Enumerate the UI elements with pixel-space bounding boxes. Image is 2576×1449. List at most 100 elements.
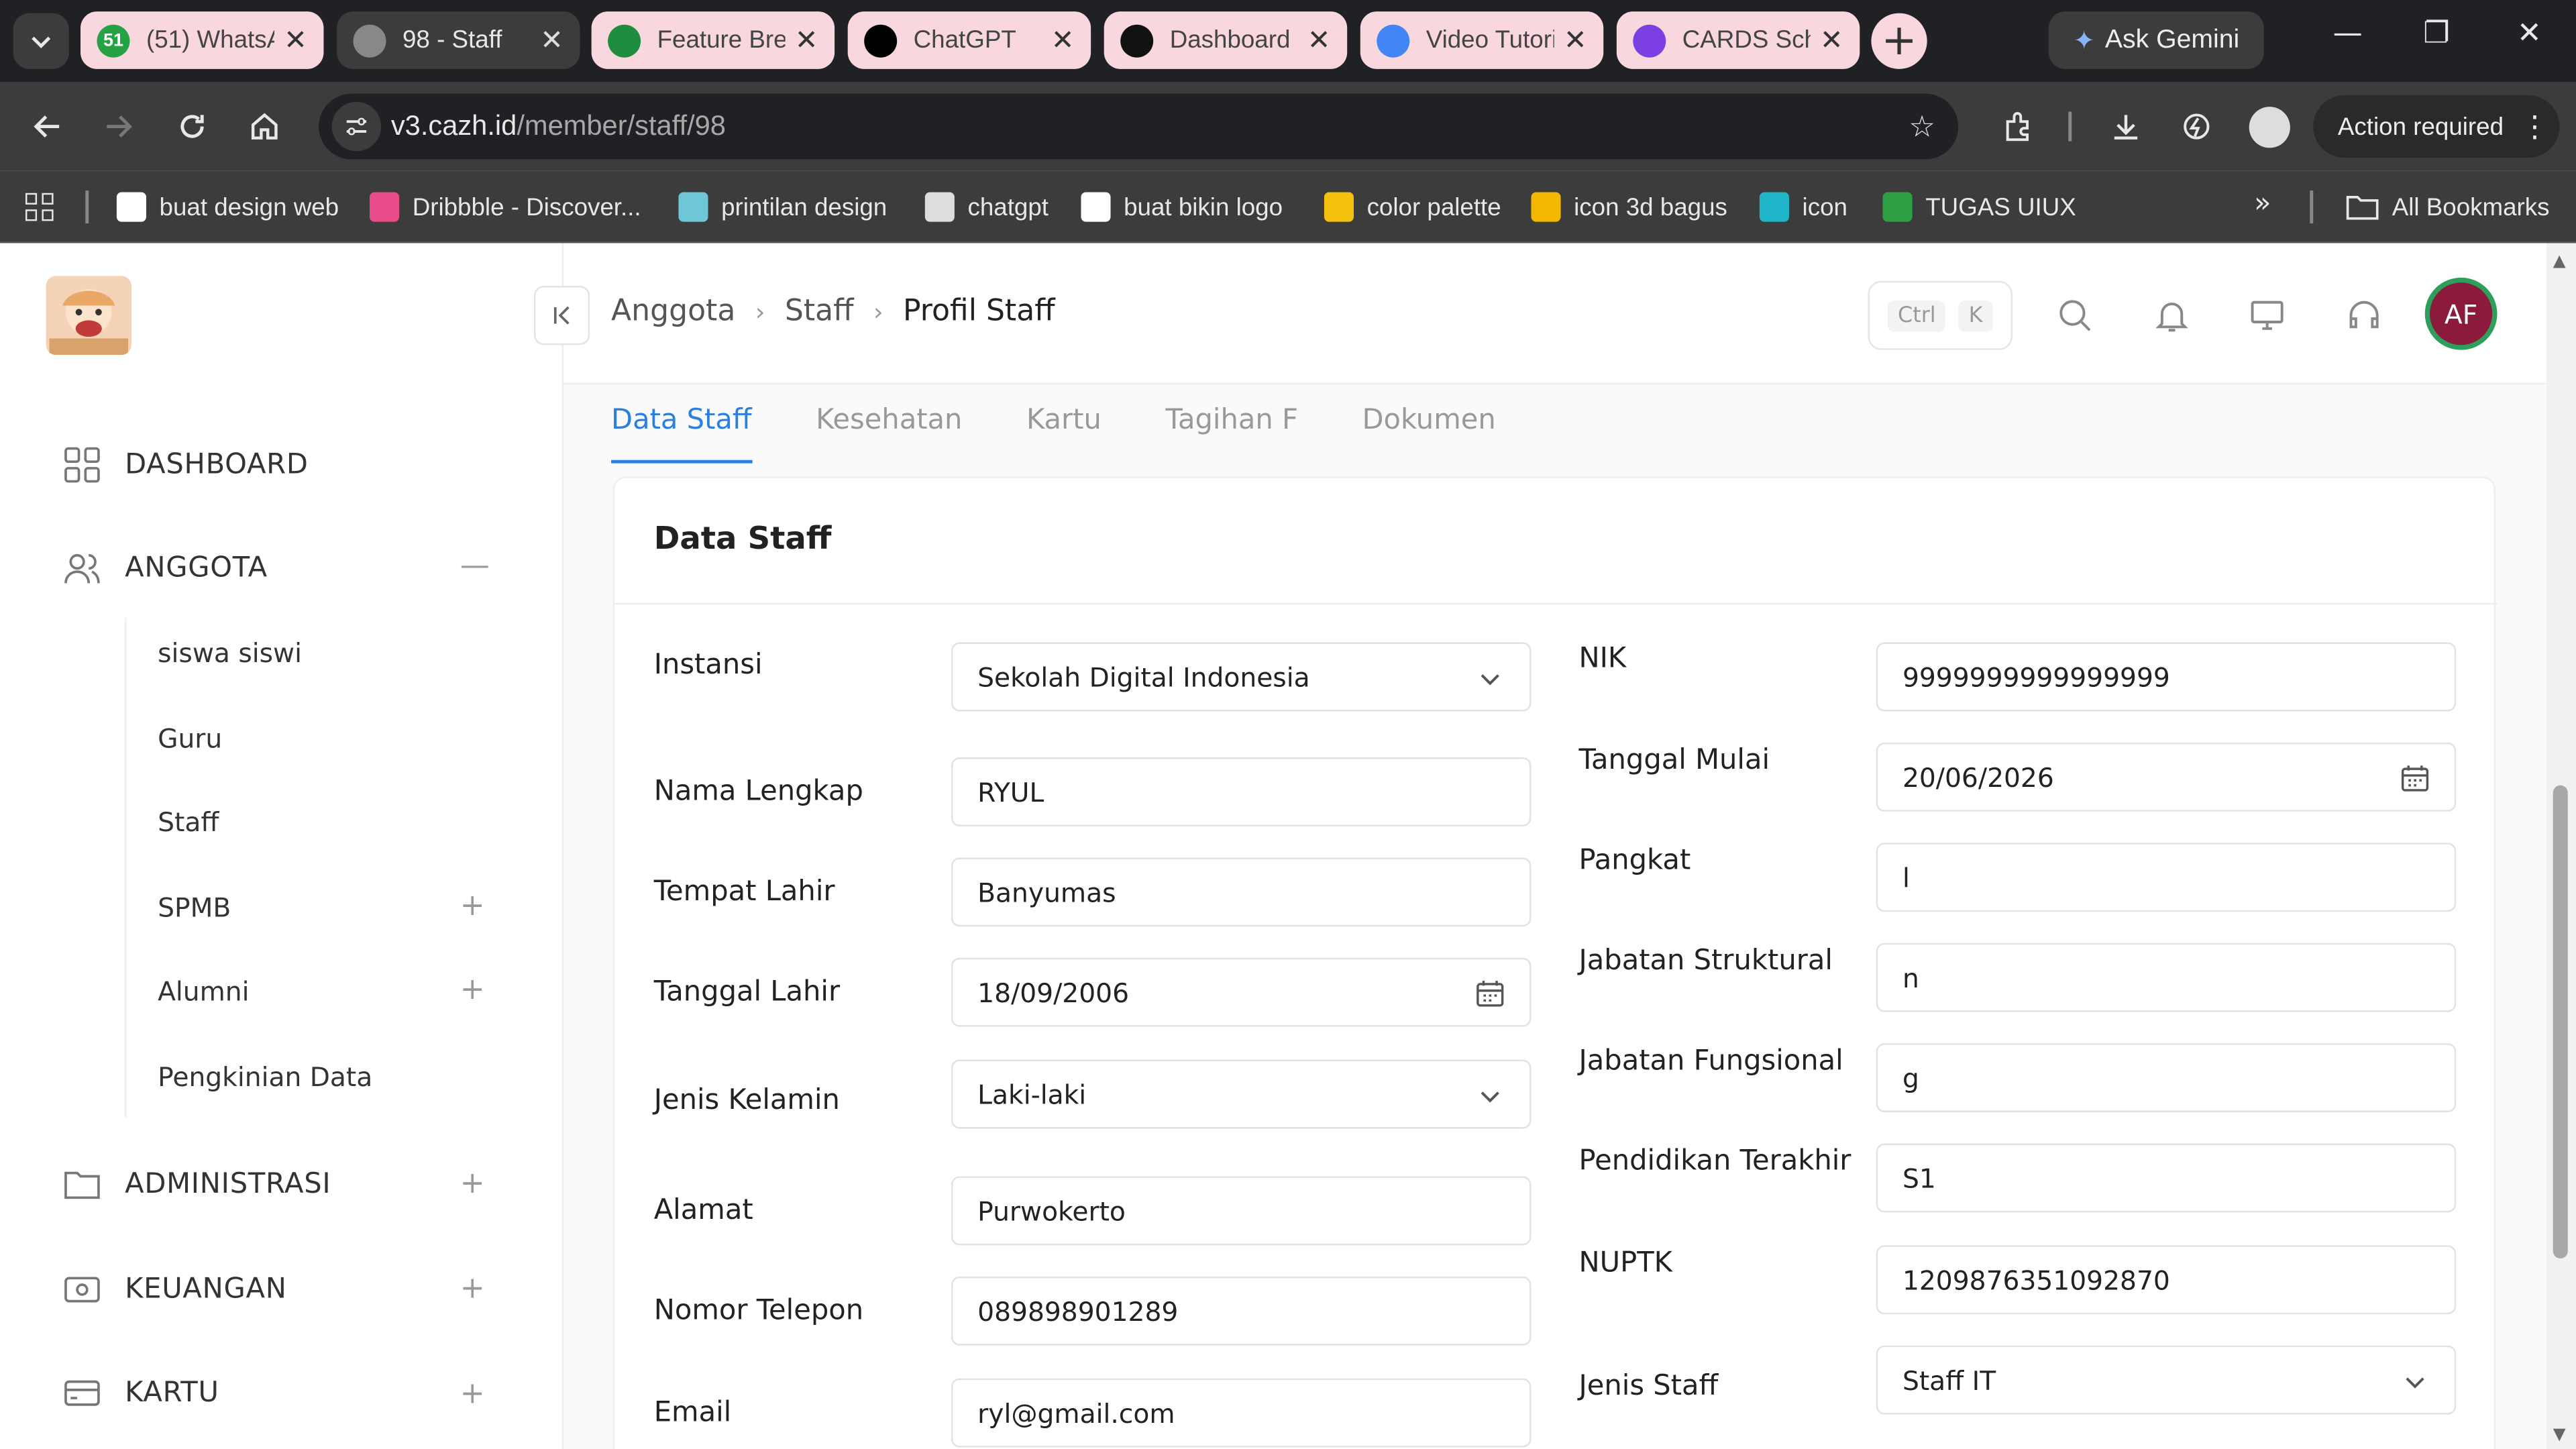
page-scrollbar[interactable]: ▲ ▼	[2546, 243, 2576, 1449]
all-bookmarks[interactable]: All Bookmarks	[2346, 187, 2550, 227]
ask-gemini-button[interactable]: ✦ Ask Gemini	[2048, 11, 2264, 69]
nav-alumni[interactable]: Alumni	[158, 976, 249, 1008]
expand-plus-icon[interactable]: +	[460, 1272, 485, 1306]
text-field[interactable]: 089898901289	[951, 1276, 1532, 1346]
tab-tagihan[interactable]: Tagihan F	[1165, 404, 1298, 463]
restore-icon[interactable]: ❐	[2423, 16, 2450, 50]
text-field[interactable]: RYUL	[951, 757, 1532, 826]
bookmark-item[interactable]: Dribbble - Discover...	[370, 187, 641, 227]
bookmark-item[interactable]: icon 3d bagus	[1531, 187, 1727, 227]
bookmark-item[interactable]: buat design web	[116, 187, 339, 227]
command-search-shortcut[interactable]: Ctrl K	[1868, 280, 2013, 350]
browser-tab[interactable]: ChatGPT ✕	[847, 11, 1091, 69]
bookmark-item[interactable]: buat bikin logo	[1081, 187, 1283, 227]
profile-avatar-icon[interactable]	[2249, 107, 2290, 148]
bookmark-star-icon[interactable]: ☆	[1909, 110, 1935, 144]
select-field[interactable]: Staff IT	[1876, 1345, 2457, 1415]
chevron-down-icon[interactable]	[1474, 662, 1507, 695]
collapse-minus-icon[interactable]: —	[460, 549, 490, 583]
nav-keuangan[interactable]: KEUANGAN	[62, 1265, 287, 1314]
text-field[interactable]: Banyumas	[951, 857, 1532, 927]
expand-plus-icon[interactable]: +	[460, 889, 485, 923]
chevron-double-right-icon[interactable]: »	[2254, 187, 2271, 220]
browser-tab[interactable]: Dashboard ✕	[1104, 11, 1348, 69]
monitor-icon[interactable]	[2247, 296, 2287, 335]
bookmark-item[interactable]: chatgpt	[924, 187, 1049, 227]
address-bar[interactable]: v3.cazh.id/member/staff/98 ☆	[319, 93, 1959, 160]
nav-staff[interactable]: Staff	[158, 806, 219, 838]
tab-close-icon[interactable]: ✕	[1051, 24, 1075, 57]
scrollbar-thumb[interactable]	[2553, 785, 2568, 1258]
nav-siswa-siswi[interactable]: siswa siswi	[158, 637, 302, 669]
extensions-icon[interactable]	[1993, 102, 2042, 151]
search-icon[interactable]	[2055, 296, 2095, 335]
text-field[interactable]: l	[1876, 843, 2457, 912]
performance-icon[interactable]	[2172, 102, 2221, 151]
nav-administrasi[interactable]: ADMINISTRASI	[62, 1160, 331, 1209]
nav-kartu[interactable]: KARTU	[62, 1368, 219, 1417]
bookmark-item[interactable]: printilan design	[678, 187, 887, 227]
expand-plus-icon[interactable]: +	[460, 1377, 485, 1411]
new-tab-button[interactable]: +	[1871, 13, 1927, 69]
expand-plus-icon[interactable]: +	[460, 1167, 485, 1201]
text-field[interactable]: Purwokerto	[951, 1176, 1532, 1246]
calendar-icon[interactable]	[2399, 762, 2432, 795]
action-required-button[interactable]: Action required ⋮	[2313, 95, 2560, 158]
text-field[interactable]: 1209876351092870	[1876, 1245, 2457, 1315]
nav-pengkinian-data[interactable]: Pengkinian Data	[158, 1061, 372, 1093]
user-avatar[interactable]: AF	[2424, 277, 2498, 350]
nav-spmb[interactable]: SPMB	[158, 892, 231, 924]
tab-data-staff[interactable]: Data Staff	[611, 404, 752, 464]
text-field[interactable]: g	[1876, 1043, 2457, 1112]
chevron-down-icon[interactable]	[1474, 1079, 1507, 1112]
tab-close-icon[interactable]: ✕	[1307, 24, 1331, 57]
date-field[interactable]: 20/06/2026	[1876, 742, 2457, 812]
text-field[interactable]: ryl@gmail.com	[951, 1378, 1532, 1448]
chevron-down-icon[interactable]	[2399, 1365, 2432, 1398]
minimize-icon[interactable]: —	[2333, 16, 2363, 50]
home-icon[interactable]	[240, 102, 289, 151]
forward-icon[interactable]	[94, 102, 143, 151]
reload-icon[interactable]	[168, 102, 217, 151]
site-info-icon[interactable]	[331, 101, 382, 152]
back-icon[interactable]	[23, 102, 72, 151]
nav-anggota[interactable]: ANGGOTA	[62, 544, 268, 593]
school-logo[interactable]	[46, 276, 131, 355]
expand-plus-icon[interactable]: +	[460, 973, 485, 1007]
tab-dokumen[interactable]: Dokumen	[1362, 404, 1495, 463]
close-window-icon[interactable]: ✕	[2517, 16, 2542, 50]
tab-kesehatan[interactable]: Kesehatan	[816, 404, 962, 463]
tab-close-icon[interactable]: ✕	[540, 24, 564, 57]
headset-icon[interactable]	[2345, 296, 2384, 335]
browser-tab[interactable]: CARDS School ✕	[1616, 11, 1860, 69]
breadcrumb-staff[interactable]: Staff	[785, 294, 854, 328]
browser-tab[interactable]: Feature Breakdown ✕	[591, 11, 835, 69]
browser-tab[interactable]: 98 - Staff ✕	[337, 11, 580, 69]
scroll-up-arrow-icon[interactable]: ▲	[2553, 253, 2569, 271]
browser-tab[interactable]: Video Tutorial ✕	[1360, 11, 1604, 69]
select-field[interactable]: Laki-laki	[951, 1059, 1532, 1129]
nav-dashboard[interactable]: DASHBOARD	[62, 440, 309, 489]
apps-grid-icon[interactable]	[23, 191, 56, 230]
download-icon[interactable]	[2101, 102, 2150, 151]
text-field[interactable]: n	[1876, 943, 2457, 1012]
breadcrumb-anggota[interactable]: Anggota	[611, 294, 735, 328]
tab-kartu[interactable]: Kartu	[1026, 404, 1102, 463]
nav-guru[interactable]: Guru	[158, 723, 222, 755]
bell-icon[interactable]	[2152, 296, 2192, 335]
bookmark-item[interactable]: TUGAS UIUX	[1882, 187, 2076, 227]
bookmark-item[interactable]: icon	[1759, 187, 1847, 227]
tab-search-button[interactable]	[13, 13, 69, 69]
tab-close-icon[interactable]: ✕	[1564, 24, 1587, 57]
bookmark-item[interactable]: color palette	[1324, 187, 1501, 227]
select-field[interactable]: Sekolah Digital Indonesia	[951, 642, 1532, 712]
collapse-sidebar-button[interactable]	[533, 286, 590, 345]
calendar-icon[interactable]	[1474, 977, 1507, 1010]
tab-close-icon[interactable]: ✕	[795, 24, 818, 57]
text-field[interactable]: 9999999999999999	[1876, 642, 2457, 712]
scroll-down-arrow-icon[interactable]: ▼	[2553, 1426, 2569, 1444]
tab-close-icon[interactable]: ✕	[284, 24, 307, 57]
text-field[interactable]: S1	[1876, 1143, 2457, 1213]
date-field[interactable]: 18/09/2006	[951, 957, 1532, 1027]
browser-tab[interactable]: 51 (51) WhatsApp ✕	[80, 11, 324, 69]
